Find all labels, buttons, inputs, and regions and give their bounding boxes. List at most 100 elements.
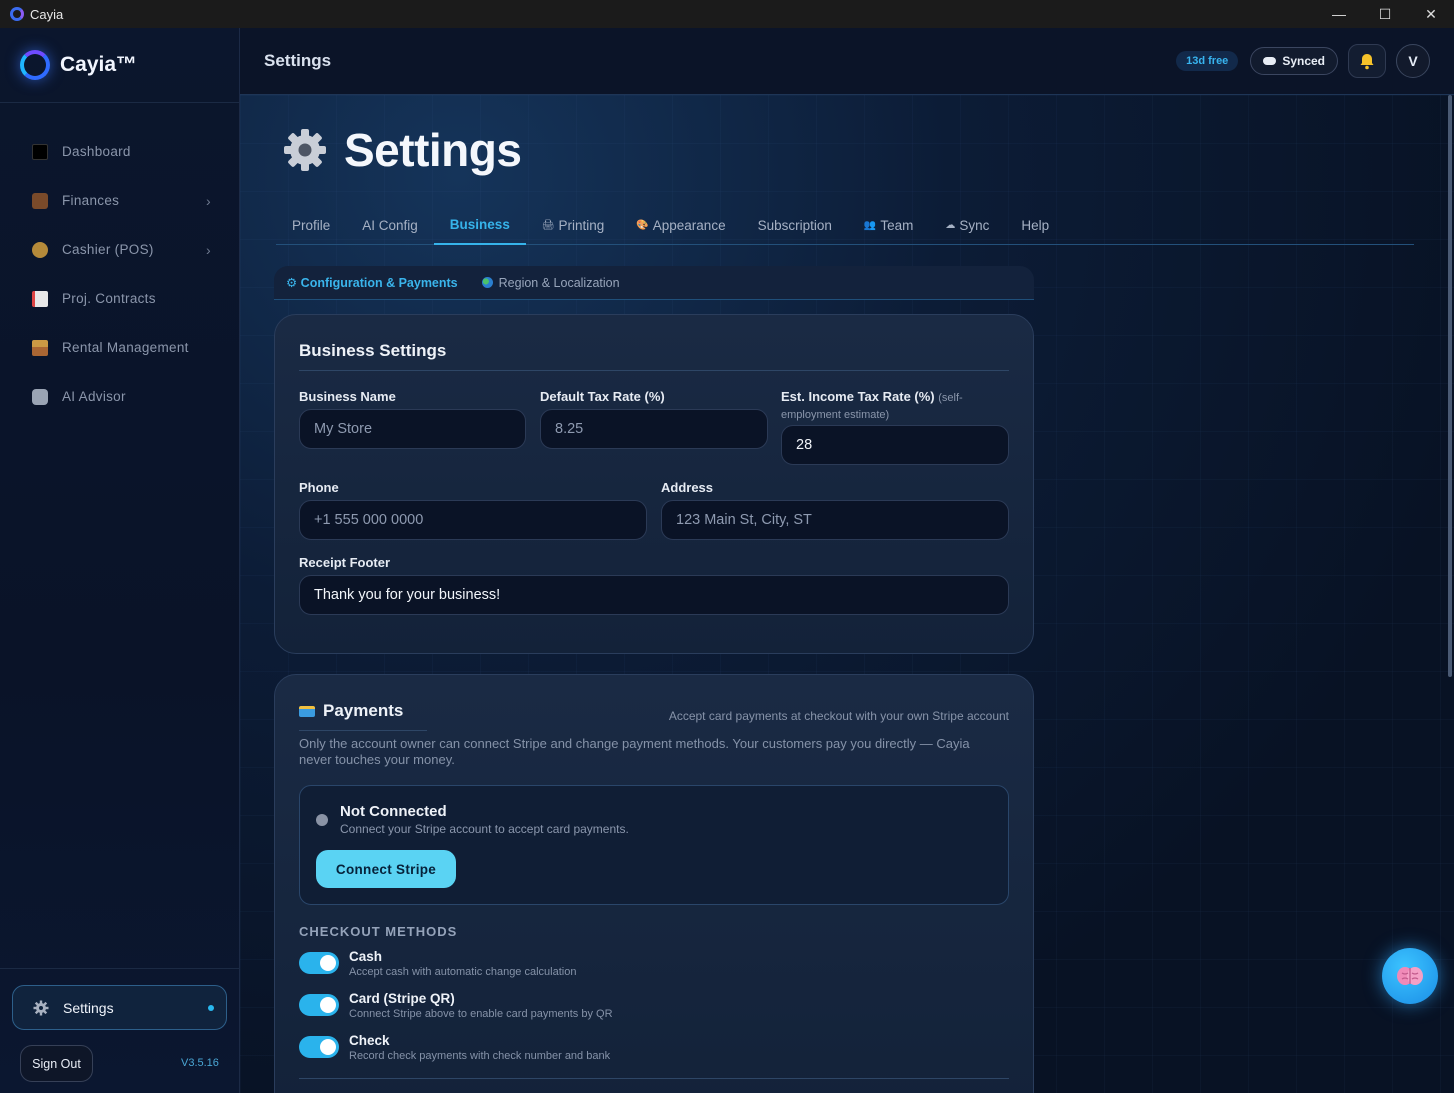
- tab-label: Printing: [558, 218, 605, 233]
- brand: Cayia™: [0, 28, 239, 103]
- tab-label: Business: [449, 217, 510, 232]
- method-desc: Connect Stripe above to enable card paym…: [349, 1008, 613, 1020]
- globe-icon: [481, 277, 493, 288]
- payments-description: Only the account owner can connect Strip…: [299, 736, 970, 767]
- sidebar-item-cashier[interactable]: Cashier (POS) ›: [0, 225, 239, 274]
- chevron-right-icon: ›: [206, 192, 211, 209]
- check-toggle[interactable]: [299, 1036, 339, 1058]
- method-name: Card (Stripe QR): [349, 991, 455, 1006]
- card-toggle[interactable]: [299, 994, 339, 1016]
- people-icon: 👥: [863, 220, 877, 231]
- income-tax-label: Est. Income Tax Rate (%) (self-employmen…: [781, 389, 991, 423]
- sidebar-item-label: Rental Management: [62, 340, 189, 355]
- sidebar-item-ai-advisor[interactable]: AI Advisor: [0, 372, 239, 421]
- tax-rate-label: Default Tax Rate (%): [540, 389, 665, 404]
- tab-sync[interactable]: ☁ Sync: [929, 207, 1005, 245]
- topbar-title: Settings: [264, 51, 332, 70]
- tab-label: Help: [1021, 218, 1050, 233]
- subtab-label: ⚙ Configuration & Payments: [286, 276, 458, 290]
- sidebar-item-contracts[interactable]: Proj. Contracts: [0, 274, 239, 323]
- cash-toggle[interactable]: [299, 952, 339, 974]
- stripe-status-box: Not Connected Connect your Stripe accoun…: [299, 785, 1009, 905]
- tab-label: Subscription: [757, 218, 832, 233]
- memo-icon: [32, 290, 48, 307]
- business-name-label: Business Name: [299, 389, 396, 404]
- topbar: Settings 13d free Synced V: [240, 28, 1454, 95]
- tab-printing[interactable]: 🖨 Printing: [526, 207, 620, 245]
- sidebar-nav: Dashboard Finances › Cashier (POS) › Pro…: [0, 103, 239, 421]
- trial-badge[interactable]: 13d free: [1176, 51, 1239, 71]
- divider: [299, 370, 1009, 371]
- tax-rate-input[interactable]: 8.25: [540, 409, 768, 449]
- status-dot: [316, 814, 328, 826]
- business-settings-card: Business Settings Business Name My Store…: [274, 314, 1034, 654]
- income-tax-label-text: Est. Income Tax Rate (%): [781, 389, 935, 404]
- close-button[interactable]: ✕: [1408, 0, 1454, 28]
- scrollbar[interactable]: [1448, 95, 1452, 677]
- sidebar-item-label: AI Advisor: [62, 389, 126, 404]
- phone-label: Phone: [299, 480, 339, 495]
- window-titlebar: Cayia — ☐ ✕: [0, 0, 1454, 28]
- tab-business[interactable]: Business: [433, 207, 526, 245]
- sidebar-item-label: Settings: [63, 999, 114, 1016]
- credit-card-icon: [299, 705, 315, 717]
- sidebar-item-finances[interactable]: Finances ›: [0, 176, 239, 225]
- briefcase-icon: [32, 192, 48, 209]
- robot-icon: [32, 388, 48, 405]
- business-subtabs: ⚙ Configuration & Payments Region & Loca…: [274, 266, 1034, 300]
- tab-profile[interactable]: Profile: [276, 207, 346, 245]
- page-title: Settings: [282, 123, 522, 177]
- dashboard-icon: [32, 143, 48, 160]
- minimize-button[interactable]: —: [1316, 0, 1362, 28]
- palette-icon: 🎨: [636, 220, 649, 231]
- sidebar-item-label: Dashboard: [62, 144, 131, 159]
- payments-subtitle: Accept card payments at checkout with yo…: [668, 709, 1009, 723]
- user-avatar[interactable]: V: [1396, 44, 1430, 78]
- tab-label: Appearance: [652, 218, 726, 233]
- tab-label: Sync: [959, 218, 990, 233]
- receipt-footer-input[interactable]: Thank you for your business!: [299, 575, 1009, 615]
- ai-assistant-button[interactable]: [1382, 948, 1438, 1004]
- checkout-methods-title: CHECKOUT METHODS: [299, 924, 458, 939]
- tab-label: Team: [880, 218, 914, 233]
- method-name: Check: [349, 1033, 390, 1048]
- business-name-input[interactable]: My Store: [299, 409, 526, 449]
- phone-input[interactable]: +1 555 000 0000: [299, 500, 647, 540]
- notifications-button[interactable]: [1348, 44, 1386, 78]
- subtab-configuration-payments[interactable]: ⚙ Configuration & Payments: [274, 275, 470, 290]
- tab-label: Profile: [292, 218, 331, 233]
- tab-subscription[interactable]: Subscription: [742, 207, 848, 245]
- window-title: Cayia: [30, 6, 64, 22]
- income-tax-input[interactable]: 28: [781, 425, 1009, 465]
- address-input[interactable]: 123 Main St, City, ST: [661, 500, 1009, 540]
- sidebar-footer: Settings Sign Out V3.5.16: [0, 968, 240, 1093]
- active-indicator: [208, 1004, 214, 1011]
- subtab-label: Region & Localization: [498, 275, 620, 290]
- house-icon: [32, 339, 48, 356]
- tab-team[interactable]: 👥 Team: [848, 207, 929, 245]
- connect-stripe-button[interactable]: Connect Stripe: [316, 850, 456, 888]
- payments-title: Payments: [323, 701, 404, 720]
- tab-help[interactable]: Help: [1005, 207, 1065, 245]
- brand-name: Cayia™: [60, 53, 138, 76]
- subtab-region-localization[interactable]: Region & Localization: [470, 276, 632, 290]
- tab-ai-config[interactable]: AI Config: [346, 207, 434, 245]
- sign-out-button[interactable]: Sign Out: [20, 1045, 93, 1082]
- sidebar-item-dashboard[interactable]: Dashboard: [0, 127, 239, 176]
- tab-appearance[interactable]: 🎨 Appearance: [620, 207, 741, 245]
- app-version: V3.5.16: [181, 1057, 219, 1069]
- divider: [299, 730, 427, 731]
- bell-icon: [1360, 54, 1374, 70]
- stripe-status-sub: Connect your Stripe account to accept ca…: [340, 822, 629, 836]
- sidebar-item-rental[interactable]: Rental Management: [0, 323, 239, 372]
- method-name: Cash: [349, 949, 383, 964]
- cloud-icon: [1263, 57, 1277, 65]
- sidebar-item-settings[interactable]: Settings: [12, 985, 227, 1030]
- sync-status-button[interactable]: Synced: [1250, 47, 1338, 75]
- gear-icon: [284, 129, 326, 171]
- maximize-button[interactable]: ☐: [1362, 0, 1408, 28]
- method-desc: Accept cash with automatic change calcul…: [349, 966, 577, 978]
- brain-icon: [1397, 967, 1423, 985]
- app-logo-icon: [10, 7, 24, 21]
- payments-card: Payments Accept card payments at checkou…: [274, 674, 1034, 1093]
